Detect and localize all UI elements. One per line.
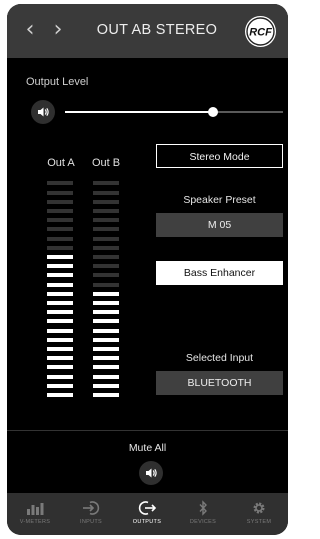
meter-segment — [47, 338, 73, 342]
inputs-icon — [83, 501, 100, 515]
meter-segment — [47, 218, 73, 222]
meter-segment — [93, 384, 119, 388]
page-title: OUT AB STEREO — [96, 22, 218, 38]
header-bar: ‹ › OUT AB STEREO RCF — [7, 4, 288, 58]
meter-segment — [93, 255, 119, 259]
app-frame: ‹ › OUT AB STEREO RCF Output Level Out A… — [7, 4, 288, 535]
meter-segment — [47, 209, 73, 213]
meter-segment — [47, 200, 73, 204]
meter-segment — [47, 237, 73, 241]
meter-segment — [93, 310, 119, 314]
meter-segment — [93, 200, 119, 204]
meter-segment — [47, 283, 73, 287]
meter-out-a — [47, 176, 73, 397]
svg-text:RCF: RCF — [249, 27, 272, 39]
tab-devices-label: DEVICES — [189, 519, 217, 525]
output-level-slider[interactable] — [65, 107, 283, 117]
meter-segment — [47, 310, 73, 314]
tab-vmeters-label: V-METERS — [19, 519, 51, 525]
rcf-logo: RCF — [245, 16, 276, 47]
back-arrow-icon[interactable]: ‹ — [20, 17, 40, 43]
stereo-mode-button[interactable]: Stereo Mode — [156, 144, 283, 168]
meter-b-label: Out B — [91, 157, 121, 169]
meter-segment — [47, 356, 73, 360]
meter-segment — [93, 375, 119, 379]
meter-segment — [93, 347, 119, 351]
speaker-preset-select[interactable]: M 05 — [156, 213, 283, 237]
speaker-preset-label: Speaker Preset — [183, 194, 256, 206]
tab-devices[interactable]: DEVICES — [175, 493, 231, 535]
tab-system-label: SYSTEM — [246, 519, 272, 525]
meter-segment — [93, 319, 119, 323]
meter-segment — [47, 191, 73, 195]
meter-segment — [47, 255, 73, 259]
meter-segment — [47, 181, 73, 185]
meter-segment — [93, 283, 119, 287]
gear-icon — [253, 502, 265, 514]
bass-enhancer-toggle[interactable]: Bass Enhancer — [156, 261, 283, 285]
meter-segment — [93, 218, 119, 222]
output-level-thumb[interactable] — [208, 107, 218, 117]
mute-all-label: Mute All — [128, 442, 167, 454]
meter-segment — [47, 365, 73, 369]
meter-segment — [93, 365, 119, 369]
bluetooth-icon — [199, 500, 207, 516]
meter-segment — [93, 227, 119, 231]
meter-segment — [47, 384, 73, 388]
meter-segment — [47, 393, 73, 397]
output-volume-button[interactable] — [31, 100, 55, 124]
tab-inputs[interactable]: INPUTS — [63, 493, 119, 535]
vmeters-icon — [27, 503, 44, 515]
tab-outputs[interactable]: OUTPUTS — [119, 493, 175, 535]
meter-segment — [93, 301, 119, 305]
bottom-tab-bar: V-METERS INPUTS OUTPUTS DEVICES SYSTEM — [7, 493, 288, 535]
meter-segment — [93, 356, 119, 360]
meter-segment — [93, 209, 119, 213]
speaker-icon — [38, 107, 49, 117]
meter-segment — [47, 301, 73, 305]
meter-segment — [47, 227, 73, 231]
meter-segment — [93, 273, 119, 277]
meter-segment — [93, 338, 119, 342]
meter-segment — [47, 264, 73, 268]
output-level-label: Output Level — [26, 76, 89, 88]
mute-all-button[interactable] — [139, 461, 163, 485]
meter-segment — [93, 246, 119, 250]
meter-segment — [47, 347, 73, 351]
selected-input-label: Selected Input — [185, 352, 254, 364]
tab-system[interactable]: SYSTEM — [231, 493, 287, 535]
tab-vmeters[interactable]: V-METERS — [7, 493, 63, 535]
meter-segment — [93, 292, 119, 296]
meter-segment — [47, 329, 73, 333]
speaker-icon — [146, 468, 157, 478]
divider — [7, 430, 288, 431]
meter-a-label: Out A — [47, 157, 75, 169]
meter-segment — [93, 264, 119, 268]
meter-segment — [47, 273, 73, 277]
outputs-icon — [138, 501, 157, 515]
meter-segment — [93, 191, 119, 195]
meter-segment — [93, 329, 119, 333]
meter-segment — [93, 181, 119, 185]
meter-out-b — [93, 176, 119, 397]
output-level-fill — [65, 111, 213, 113]
meter-segment — [93, 237, 119, 241]
meter-segment — [47, 246, 73, 250]
meter-segment — [47, 292, 73, 296]
forward-arrow-icon[interactable]: › — [48, 17, 68, 43]
meter-segment — [47, 375, 73, 379]
selected-input-select[interactable]: BLUETOOTH — [156, 371, 283, 395]
tab-inputs-label: INPUTS — [80, 519, 102, 525]
meter-segment — [93, 393, 119, 397]
meter-segment — [47, 319, 73, 323]
tab-outputs-label: OUTPUTS — [132, 519, 162, 525]
